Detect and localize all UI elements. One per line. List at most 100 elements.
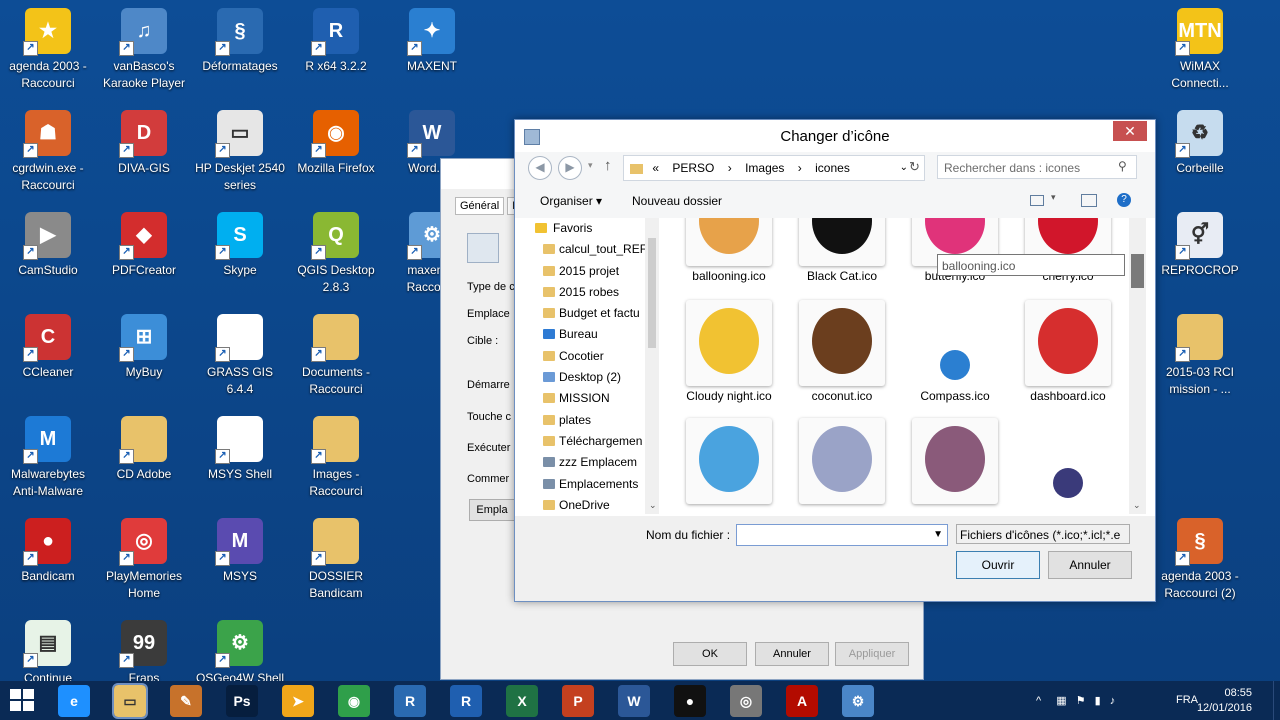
nav-item[interactable]: 2015 robes <box>523 282 661 303</box>
desktop-icon[interactable]: D ↗ DIVA-GIS <box>96 110 192 177</box>
desktop-icon[interactable]: ⚥ ↗ REPROCROP <box>1152 212 1248 279</box>
desktop-icon[interactable]: ♫ ↗ vanBasco's Karaoke Player <box>96 8 192 92</box>
props-cancel-button[interactable]: Annuler <box>755 642 829 666</box>
new-folder-button[interactable]: Nouveau dossier <box>632 194 722 208</box>
back-arrow-icon[interactable]: ◀ <box>528 156 552 180</box>
tab-general[interactable]: Général <box>455 197 505 215</box>
view-icon[interactable] <box>1030 195 1044 206</box>
clock[interactable]: 08:55 12/01/2016 <box>1197 686 1252 716</box>
preview-pane-icon[interactable] <box>1081 194 1097 207</box>
desktop-icon[interactable]: ☗ ↗ cgrdwin.exe - Raccourci <box>0 110 96 194</box>
navigation-scrollbar[interactable] <box>645 218 659 514</box>
close-button[interactable]: ✕ <box>1113 121 1147 141</box>
props-location-button[interactable]: Empla <box>469 499 515 521</box>
desktop-icon[interactable]: R ↗ R x64 3.2.2 <box>288 8 384 75</box>
recent-dropdown-icon[interactable]: ▾ <box>588 160 593 171</box>
forward-arrow-icon[interactable]: ▶ <box>558 156 582 180</box>
start-button[interactable] <box>10 689 36 713</box>
file-item[interactable] <box>1012 418 1124 504</box>
organize-button[interactable]: Organiser ▾ <box>540 194 602 208</box>
taskbar-word-icon[interactable]: W <box>618 685 650 717</box>
open-button[interactable]: Ouvrir <box>956 551 1040 579</box>
desktop-icon[interactable]: ▤ ↗ Continue <box>0 620 96 687</box>
desktop-icon[interactable]: ♻ ↗ Corbeille <box>1152 110 1248 177</box>
desktop-icon[interactable]: ↗ Documents - Raccourci <box>288 314 384 398</box>
taskbar-rstudio-icon[interactable]: R <box>450 685 482 717</box>
up-arrow-icon[interactable]: ↑ <box>604 157 612 174</box>
file-grid-scroll-thumb[interactable] <box>1131 254 1144 288</box>
taskbar-control-icon[interactable]: ⚙ <box>842 685 874 717</box>
desktop-icon[interactable]: ↗ MSYS Shell <box>192 416 288 483</box>
desktop-icon[interactable]: ⊞ ↗ MyBuy <box>96 314 192 381</box>
nav-item[interactable]: calcul_tout_REF <box>523 239 661 260</box>
nav-item[interactable]: zzz Emplacem <box>523 452 661 473</box>
desktop-icon[interactable]: M ↗ MSYS <box>192 518 288 585</box>
file-item[interactable] <box>673 418 785 504</box>
desktop-icon[interactable]: § ↗ Déformatages <box>192 8 288 75</box>
desktop-icon[interactable]: ↗ GRASS GIS 6.4.4 <box>192 314 288 398</box>
desktop-icon[interactable]: 99 ↗ Fraps <box>96 620 192 687</box>
language-indicator[interactable]: FRA <box>1176 694 1198 706</box>
filename-field[interactable]: ▼ <box>736 524 948 546</box>
flag-icon[interactable]: ⚑ <box>1076 695 1086 707</box>
file-item[interactable] <box>786 418 898 504</box>
file-item[interactable]: Cloudy night.ico <box>673 300 785 403</box>
path-dropdown-icon[interactable]: ⌄ <box>900 156 908 180</box>
desktop-icon[interactable]: MTN ↗ WiMAX Connecti... <box>1152 8 1248 92</box>
breadcrumb-images[interactable]: Images <box>745 161 784 175</box>
file-scroll-down-icon[interactable]: ⌄ <box>1133 500 1141 511</box>
desktop-icon[interactable]: ↗ Images - Raccourci <box>288 416 384 500</box>
desktop-icon[interactable]: § ↗ agenda 2003 - Raccourci (2) <box>1152 518 1248 602</box>
apply-button[interactable]: Appliquer <box>835 642 909 666</box>
taskbar-powerpoint-icon[interactable]: P <box>562 685 594 717</box>
file-item[interactable]: Compass.ico <box>899 300 1011 403</box>
desktop-icon[interactable]: ✦ ↗ MAXENT <box>384 8 480 75</box>
nav-item[interactable]: OneDrive <box>523 495 661 514</box>
signal-icon[interactable]: ▮ <box>1095 695 1101 707</box>
taskbar-r-icon[interactable]: R <box>394 685 426 717</box>
nav-item[interactable]: Emplacements <box>523 474 661 495</box>
taskbar-tool-icon[interactable]: ✎ <box>170 685 202 717</box>
volume-icon[interactable]: ♪ <box>1110 695 1116 707</box>
nav-item[interactable]: Cocotier <box>523 346 661 367</box>
nav-item[interactable]: Téléchargemen <box>523 431 661 452</box>
filetype-select[interactable]: Fichiers d'icônes (*.ico;*.icl;*.e <box>956 524 1130 544</box>
file-item[interactable]: Black Cat.ico <box>786 218 898 283</box>
chevron-up-icon[interactable]: ^ <box>1036 695 1041 707</box>
chevron-down-icon[interactable]: ▼ <box>933 525 943 545</box>
file-item[interactable]: dashboard.ico <box>1012 300 1124 403</box>
desktop-icon[interactable]: ▶ ↗ CamStudio <box>0 212 96 279</box>
taskbar-photoshop-icon[interactable]: Ps <box>226 685 258 717</box>
file-grid-scrollbar[interactable] <box>1129 218 1146 514</box>
search-icon[interactable]: ⚲ <box>1118 159 1127 173</box>
nav-item[interactable]: Budget et factu <box>523 303 661 324</box>
taskbar-record-icon[interactable]: ● <box>674 685 706 717</box>
desktop-icon[interactable]: ↗ CD Adobe <box>96 416 192 483</box>
desktop-icon[interactable]: S ↗ Skype <box>192 212 288 279</box>
navigation-scroll-thumb[interactable] <box>648 238 656 348</box>
taskbar-disc-icon[interactable]: ◎ <box>730 685 762 717</box>
breadcrumb[interactable]: « PERSO › Images › icones ⌄ <box>623 155 925 181</box>
desktop-icon[interactable]: ★ ↗ agenda 2003 - Raccourci <box>0 8 96 92</box>
taskbar-chrome-icon[interactable]: ◉ <box>338 685 370 717</box>
taskbar-explorer-icon[interactable]: ▭ <box>112 683 148 719</box>
network-icon[interactable]: ▦ <box>1056 695 1066 707</box>
desktop-icon[interactable]: ◎ ↗ PlayMemories Home <box>96 518 192 602</box>
nav-item[interactable]: plates <box>523 410 661 431</box>
nav-scroll-down-icon[interactable]: ⌄ <box>649 500 657 511</box>
taskbar-acrobat-icon[interactable]: A <box>786 685 818 717</box>
desktop-icon[interactable]: Q ↗ QGIS Desktop 2.8.3 <box>288 212 384 296</box>
view-dropdown-icon[interactable]: ▾ <box>1051 192 1056 203</box>
desktop-icon[interactable]: ⚙ ↗ OSGeo4W Shell <box>192 620 288 687</box>
desktop-icon[interactable]: ↗ DOSSIER Bandicam <box>288 518 384 602</box>
nav-item[interactable]: 2015 projet <box>523 261 661 282</box>
breadcrumb-overflow[interactable]: « <box>652 161 659 175</box>
cancel-button[interactable]: Annuler <box>1048 551 1132 579</box>
nav-item[interactable]: Desktop (2) <box>523 367 661 388</box>
nav-item[interactable]: Bureau <box>523 324 661 345</box>
desktop-icon[interactable]: ▭ ↗ HP Deskjet 2540 series <box>192 110 288 194</box>
file-item[interactable]: ballooning.ico <box>673 218 785 283</box>
desktop-icon[interactable]: ↗ 2015-03 RCI mission - ... <box>1152 314 1248 398</box>
filename-value[interactable] <box>737 528 740 542</box>
desktop-icon[interactable]: C ↗ CCleaner <box>0 314 96 381</box>
